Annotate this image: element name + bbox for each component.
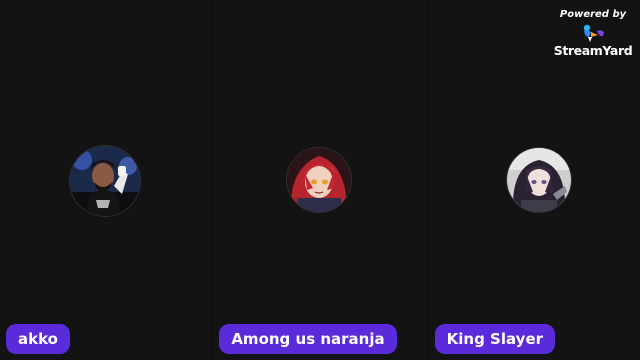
anime-redhead-avatar-icon	[287, 148, 352, 212]
participant-tile-akko: akko	[0, 0, 212, 360]
participant-avatar	[70, 146, 140, 216]
participant-name-tag: Among us naranja	[219, 324, 397, 354]
stream-stage: akko Among us naranja King Slayer	[0, 0, 640, 360]
streamyard-wordmark: StreamYard	[553, 43, 633, 58]
participant-name-tag: King Slayer	[434, 324, 556, 354]
wrestler-avatar-icon	[70, 146, 140, 216]
streamyard-bird-icon	[579, 23, 607, 43]
participant-avatar	[506, 148, 571, 212]
streamyard-branding: Powered by StreamYard	[553, 8, 633, 64]
participant-avatar	[287, 148, 352, 212]
participant-name-tag: akko	[6, 324, 70, 354]
participant-tile-among-us-naranja: Among us naranja	[211, 0, 429, 360]
powered-by-label: Powered by	[559, 9, 627, 20]
anime-darkhair-avatar-icon	[506, 148, 571, 212]
